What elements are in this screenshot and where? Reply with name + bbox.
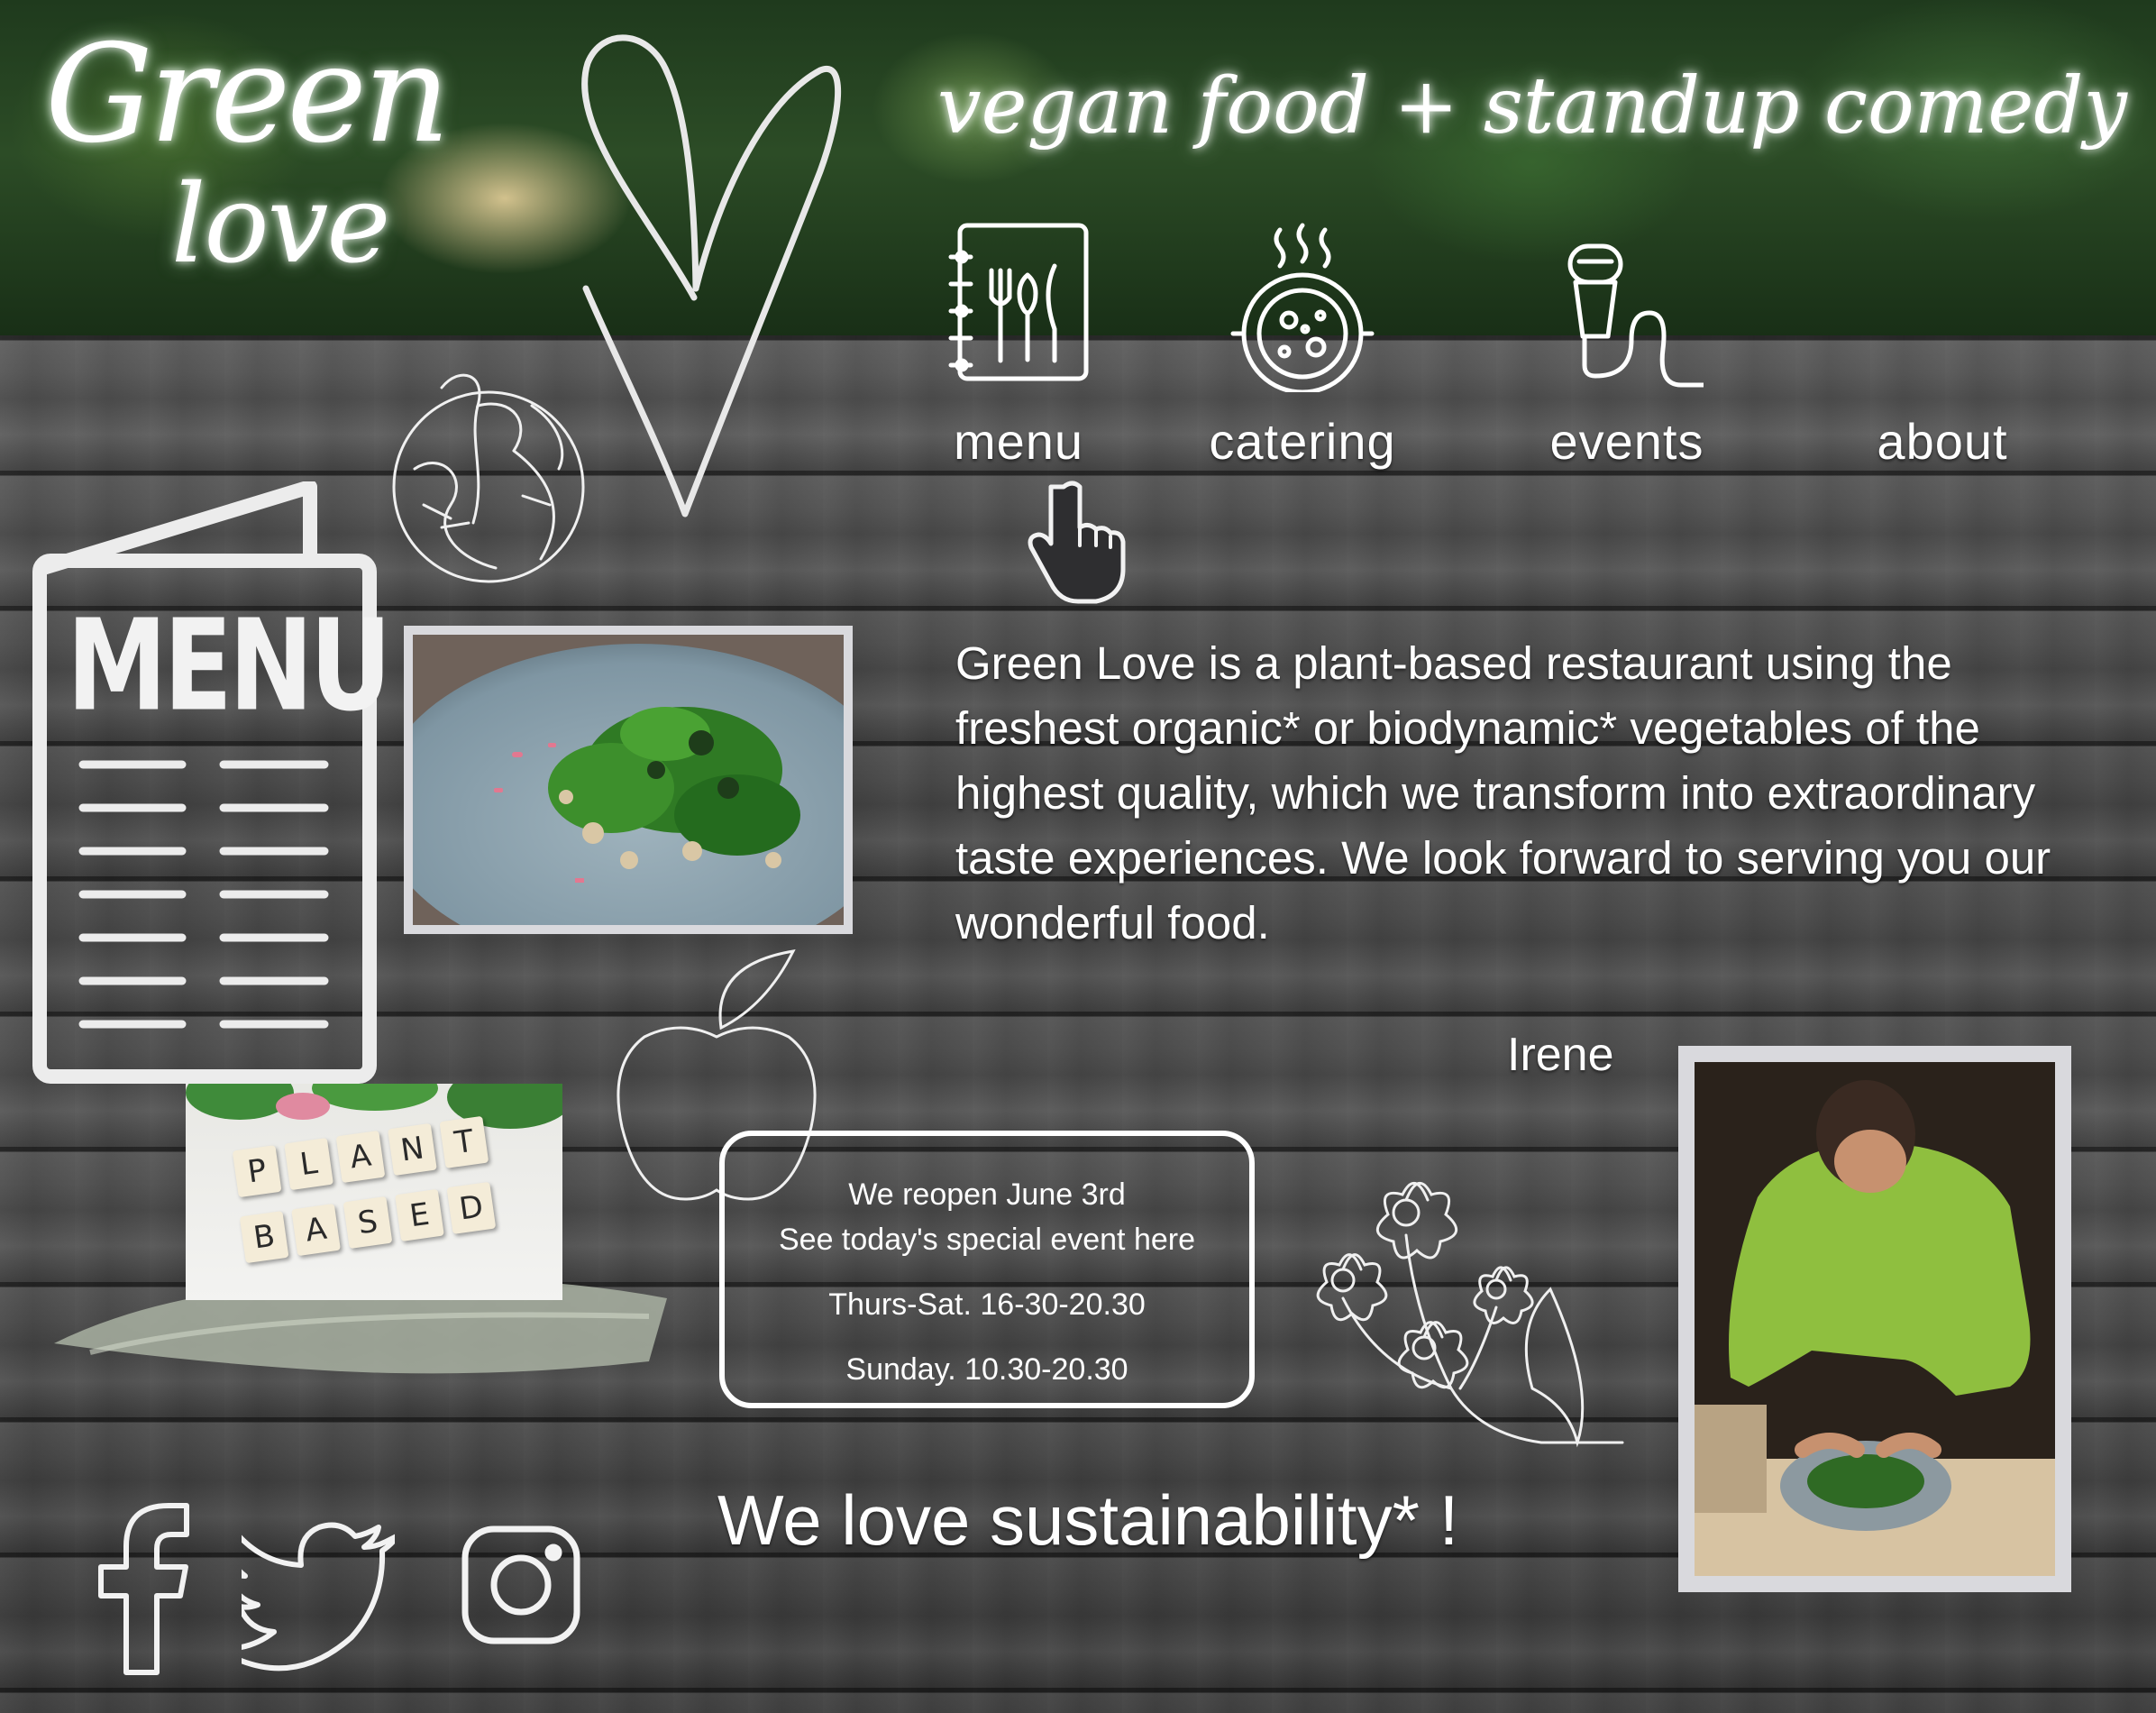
nav-label-menu: menu bbox=[953, 413, 1084, 470]
intro-paragraph: Green Love is a plant-based restaurant u… bbox=[955, 637, 2051, 948]
tagline: vegan food + standup comedy bbox=[937, 61, 2127, 151]
tiles-row-based: B A S E D bbox=[239, 1181, 497, 1264]
soup-pot-icon bbox=[1226, 221, 1379, 395]
sustainability-headline: We love sustainability* ! bbox=[717, 1480, 1459, 1560]
letter-tile: P bbox=[232, 1145, 282, 1198]
letter-tile: B bbox=[239, 1211, 289, 1264]
letter-tile: D bbox=[446, 1181, 497, 1234]
twitter-icon[interactable] bbox=[214, 1497, 399, 1677]
menu-book-icon bbox=[942, 221, 1095, 392]
letter-tile: A bbox=[291, 1203, 341, 1257]
hours-thurs-sat: Thurs-Sat. 16-30-20.30 bbox=[828, 1287, 1146, 1322]
letter-tile: T bbox=[439, 1115, 489, 1168]
letter-tile: L bbox=[284, 1137, 333, 1191]
hours-sunday: Sunday. 10.30-20.30 bbox=[845, 1352, 1128, 1387]
nav-events[interactable]: events bbox=[1523, 221, 1731, 491]
heart-outline-icon bbox=[550, 18, 856, 523]
logo-line-love: love bbox=[171, 162, 390, 288]
instagram-icon[interactable] bbox=[458, 1497, 584, 1677]
menu-card-illustration[interactable]: MENU bbox=[31, 480, 392, 1086]
nav-about[interactable]: about bbox=[1839, 221, 2046, 491]
nav-about-spacer bbox=[1866, 221, 2019, 392]
green-love-logo[interactable]: Green love bbox=[36, 9, 505, 316]
signature-irene: Irene bbox=[1507, 1029, 1614, 1081]
letter-tile: A bbox=[335, 1130, 386, 1184]
reopening-info-box[interactable]: We reopen June 3rd See today's special e… bbox=[719, 1131, 1255, 1408]
logo-line-green: Green bbox=[45, 16, 451, 173]
nav-label-catering: catering bbox=[1209, 413, 1396, 470]
flowers-sketch-icon bbox=[1289, 1172, 1631, 1452]
hand-pointer-cursor-icon bbox=[1028, 478, 1127, 604]
reopen-date: We reopen June 3rd bbox=[848, 1177, 1126, 1212]
chef-photo bbox=[1678, 1046, 2071, 1592]
letter-tile: N bbox=[388, 1122, 437, 1177]
salad-photo bbox=[404, 626, 853, 934]
nav-menu[interactable]: menu bbox=[942, 221, 1095, 491]
cabbage-sketch-icon bbox=[388, 370, 595, 595]
plant-based-tile-photo: P L A N T B A S E D bbox=[186, 1084, 562, 1300]
nav-label-events: events bbox=[1549, 413, 1704, 470]
menu-card-title: MENU bbox=[67, 592, 392, 740]
letter-tile: E bbox=[395, 1188, 444, 1242]
nav-catering[interactable]: catering bbox=[1181, 221, 1424, 491]
letter-tile: S bbox=[343, 1195, 393, 1250]
nav-label-about: about bbox=[1877, 413, 2008, 470]
microphone-icon bbox=[1550, 221, 1711, 392]
special-event-link[interactable]: See today's special event here bbox=[725, 1217, 1249, 1262]
facebook-icon[interactable] bbox=[74, 1497, 209, 1677]
